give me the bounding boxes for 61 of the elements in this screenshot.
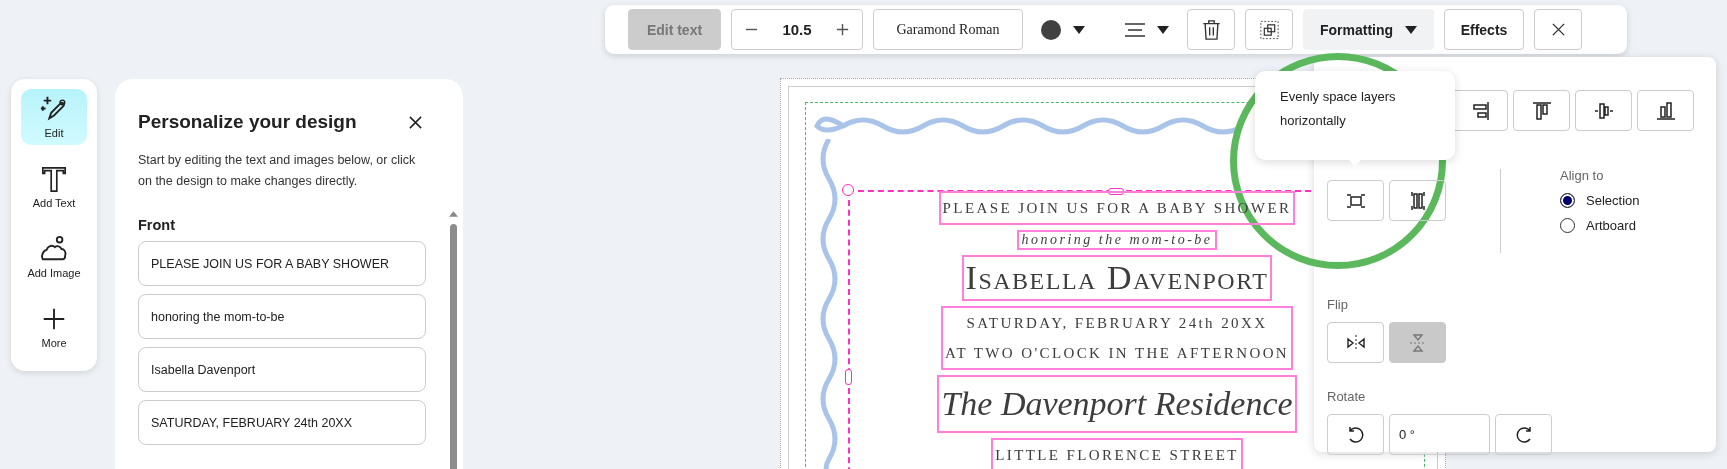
caret-icon xyxy=(1073,25,1085,34)
caret-icon xyxy=(1157,25,1169,34)
rail-item[interactable]: More xyxy=(21,299,87,355)
group-layers-icon xyxy=(1259,19,1279,40)
align-to-label: Align to xyxy=(1560,168,1605,183)
close-icon[interactable] xyxy=(408,114,423,130)
text-layer[interactable]: LITTLE FLORENCE STREET xyxy=(991,438,1243,469)
rail-item[interactable]: Add Text xyxy=(21,159,87,215)
align-bottom-icon xyxy=(1655,100,1676,121)
flip-button[interactable] xyxy=(1327,322,1384,363)
resize-handle[interactable] xyxy=(845,369,852,385)
text-field[interactable]: SATURDAY, FEBRUARY 24th 20XX xyxy=(138,400,426,445)
group-button[interactable] xyxy=(1245,9,1293,50)
font-dropdown[interactable]: Garamond Roman xyxy=(873,9,1023,50)
align-to-radio[interactable]: Selection xyxy=(1560,193,1640,208)
align-middle-icon xyxy=(1593,100,1614,121)
text-field[interactable]: PLEASE JOIN US FOR A BABY SHOWER xyxy=(138,241,426,286)
scroll-up-icon[interactable] xyxy=(449,211,458,217)
scrollbar[interactable] xyxy=(449,211,458,469)
close-icon xyxy=(1550,22,1566,37)
plus-icon[interactable] xyxy=(835,22,850,37)
text-layer[interactable]: Isabella Davenport xyxy=(961,255,1273,301)
delete-button[interactable] xyxy=(1187,9,1235,50)
section-heading: Front xyxy=(138,217,177,233)
align-top-icon xyxy=(1531,100,1552,121)
text-layer[interactable]: honoring the mom-to-be xyxy=(1017,230,1217,250)
radio-circle[interactable] xyxy=(1560,193,1575,208)
text-field[interactable]: honoring the mom-to-be xyxy=(138,294,426,339)
color-swatch-icon xyxy=(1041,19,1061,40)
cloud-image-icon xyxy=(40,235,68,263)
align-button[interactable] xyxy=(1575,90,1632,131)
radio-circle[interactable] xyxy=(1560,218,1575,233)
effects-button[interactable]: Effects xyxy=(1444,9,1524,50)
rail-item[interactable]: Add Image xyxy=(21,229,87,285)
align-button[interactable] xyxy=(1513,90,1570,131)
rotation-field[interactable]: 0 ° xyxy=(1389,414,1490,455)
align-center-icon xyxy=(1125,22,1145,37)
intro-text: Start by editing the text and images below, or click on the design to make changes directly. xyxy=(138,152,417,190)
scroll-thumb[interactable] xyxy=(450,224,457,469)
distribute-horizontal-button[interactable] xyxy=(1327,180,1384,221)
rail-item[interactable]: Edit xyxy=(21,89,87,145)
resize-handle[interactable] xyxy=(1108,188,1124,195)
distribute-vertical-button[interactable] xyxy=(1389,180,1446,221)
rotate-label: Rotate xyxy=(1327,389,1367,404)
panel-title: Personalize your design xyxy=(138,111,357,133)
font-size-control[interactable]: 10.5 xyxy=(731,9,863,50)
caret-icon xyxy=(1405,25,1418,34)
rotate-left-button[interactable] xyxy=(1327,414,1384,455)
trash-icon xyxy=(1201,19,1221,40)
flip-label: Flip xyxy=(1327,297,1349,312)
text-layer[interactable]: SATURDAY, FEBRUARY 24th 20XX AT TWO O'CLOCK IN THE AFTERNOON xyxy=(940,306,1294,370)
rotate-right-button[interactable] xyxy=(1495,414,1552,455)
text-field[interactable]: Isabella Davenport xyxy=(138,347,426,392)
formatting-dropdown[interactable]: Formatting xyxy=(1303,9,1434,50)
rotate-handle[interactable] xyxy=(842,184,854,196)
align-button[interactable] xyxy=(1637,90,1694,131)
text-layer[interactable]: The Davenport Residence xyxy=(937,375,1297,433)
magic-pen-icon xyxy=(40,95,68,123)
tooltip-text: Evenly space layers horizontally xyxy=(1280,88,1397,130)
letter-t-icon xyxy=(40,165,68,193)
align-to-radio[interactable]: Artboard xyxy=(1560,218,1640,233)
